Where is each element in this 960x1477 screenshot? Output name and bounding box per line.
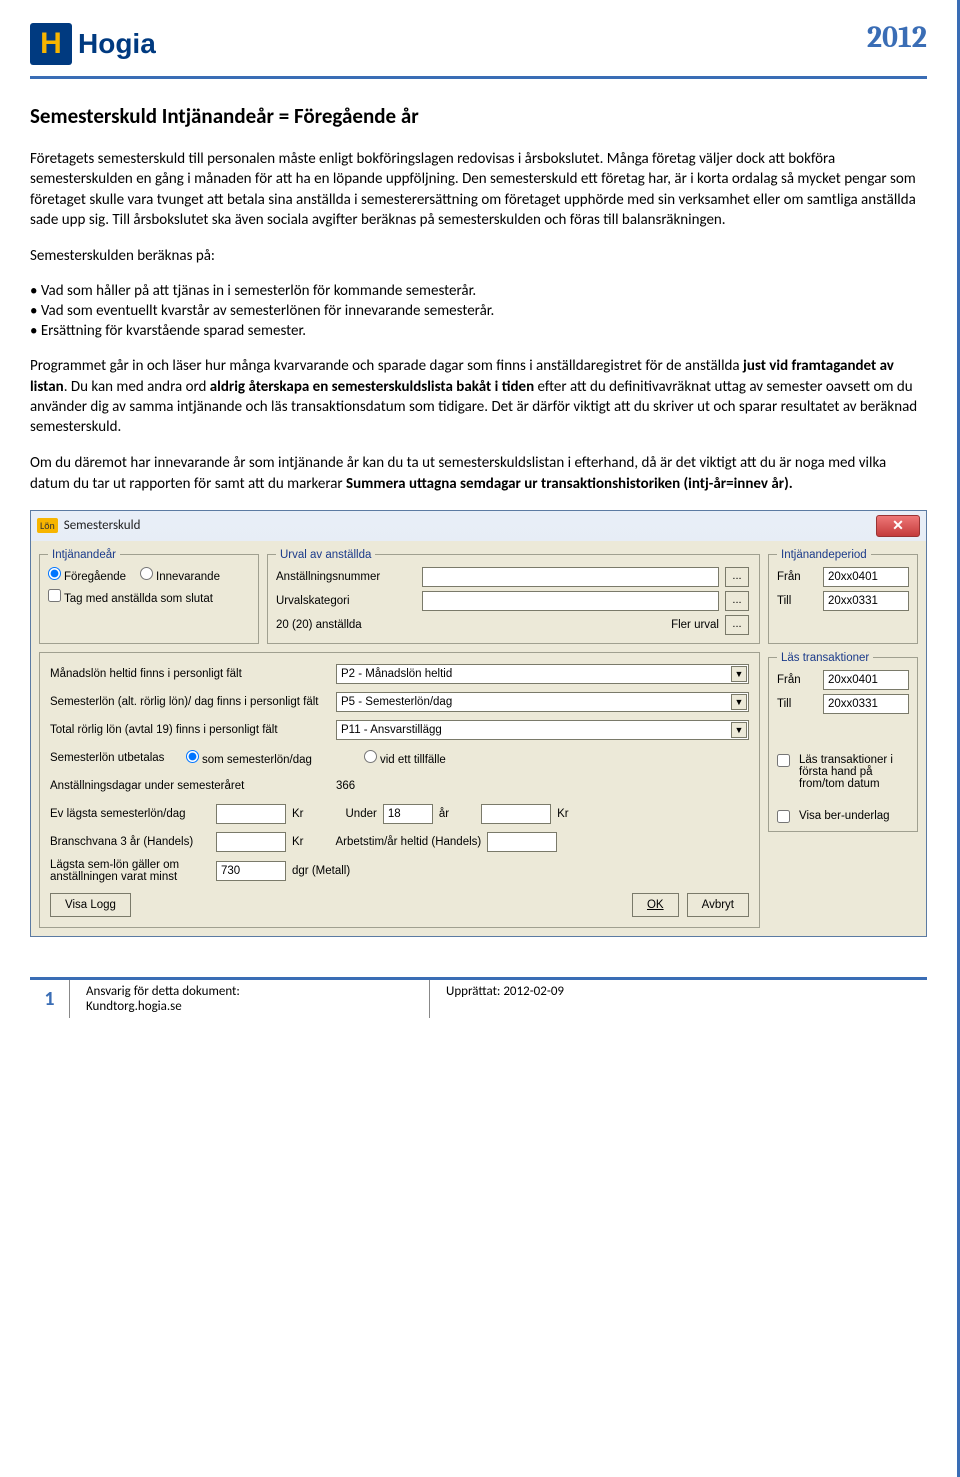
label-branschvana: Branschvana 3 år (Handels) — [50, 836, 210, 848]
page-number: 1 — [30, 980, 70, 1018]
input-las-from[interactable] — [823, 670, 909, 690]
label-arbetstim: Arbetstim/år heltid (Handels) — [336, 836, 482, 848]
combo-semlon[interactable]: P5 - Semesterlön/dag ▼ — [336, 692, 749, 712]
label-anstdagar: Anställningsdagar under semesteråret — [50, 780, 330, 792]
legend-intjperiod: Intjänandeperiod — [777, 549, 871, 561]
label-utbetalas: Semesterlön utbetalas — [50, 752, 180, 764]
logo: H Hogia — [30, 20, 200, 68]
unit-dgr: dgr (Metall) — [292, 865, 350, 877]
footer-date: Upprättat: 2012-02-09 — [430, 980, 580, 1018]
input-arbetstim[interactable] — [487, 832, 557, 852]
label-las-from: Från — [777, 674, 817, 686]
bullet-2: • Vad som eventuellt kvarstår av semeste… — [30, 302, 927, 320]
unit-kr-2: Kr — [557, 808, 569, 820]
label-anstnr: Anställningsnummer — [276, 571, 416, 583]
input-period-till[interactable] — [823, 591, 909, 611]
calc-on-heading: Semesterskulden beräknas på: — [30, 246, 927, 266]
browse-fler-button[interactable]: ... — [725, 615, 749, 635]
paragraph-3: Programmet går in och läser hur många kv… — [30, 356, 927, 437]
legend-urval: Urval av anställda — [276, 549, 375, 561]
radio-innevarande[interactable]: Innevarande — [140, 567, 220, 583]
value-anstdagar: 366 — [336, 780, 355, 792]
fieldset-urval: Urval av anställda Anställningsnummer ..… — [267, 549, 760, 644]
input-lagsta-semlon[interactable] — [216, 804, 286, 824]
visa-logg-button[interactable]: Visa Logg — [50, 893, 131, 917]
radio-per-dag[interactable]: som semesterlön/dag — [186, 750, 312, 766]
label-lagsta-semlon: Ev lägsta semesterlön/dag — [50, 808, 210, 820]
label-urvalskat: Urvalskategori — [276, 595, 416, 607]
radio-ett-tillfalle[interactable]: vid ett tillfälle — [364, 750, 446, 766]
legend-las: Läs transaktioner — [777, 652, 873, 664]
browse-anstnr-button[interactable]: ... — [725, 567, 749, 587]
unit-ar: år — [439, 808, 449, 820]
input-branschvana[interactable] — [216, 832, 286, 852]
browse-urvalskat-button[interactable]: ... — [725, 591, 749, 611]
label-rorlig: Total rörlig lön (avtal 19) finns i pers… — [50, 724, 330, 736]
label-period-from: Från — [777, 571, 817, 583]
unit-kr-3: Kr — [292, 836, 304, 848]
label-lagsta-metall: Lägsta sem-lön gäller om anställningen v… — [50, 859, 210, 883]
logo-text: Hogia — [78, 28, 156, 60]
label-manadslon: Månadslön heltid finns i personligt fält — [50, 668, 330, 680]
dialog-window: Lön Semesterskuld ✕ Intjänandeår Föregåe… — [30, 510, 927, 937]
close-button[interactable]: ✕ — [876, 515, 920, 537]
combo-manadslon[interactable]: P2 - Månadslön heltid ▼ — [336, 664, 749, 684]
unit-kr-1: Kr — [292, 808, 304, 820]
bullet-3: • Ersättning för kvarstående sparad seme… — [30, 322, 927, 340]
logo-icon: H — [30, 23, 72, 65]
dialog-titlebar: Lön Semesterskuld ✕ — [31, 511, 926, 541]
input-period-from[interactable] — [823, 567, 909, 587]
intro-paragraph: Företagets semesterskuld till personalen… — [30, 149, 927, 230]
chevron-down-icon: ▼ — [731, 694, 747, 710]
radio-foregaende[interactable]: Föregående — [48, 567, 126, 583]
footer-responsible: Ansvarig för detta dokument: Kundtorg.ho… — [70, 980, 430, 1018]
page-title: Semesterskuld Intjänandeår = Föregående … — [30, 103, 927, 129]
combo-rorlig[interactable]: P11 - Ansvarstillägg ▼ — [336, 720, 749, 740]
label-semlon: Semesterlön (alt. rörlig lön)/ dag finns… — [50, 696, 330, 708]
lon-icon: Lön — [37, 518, 58, 533]
year: 2012 — [867, 20, 927, 55]
page-header: H Hogia 2012 — [30, 20, 927, 79]
fieldset-intjperiod: Intjänandeperiod Från Till — [768, 549, 918, 644]
fieldset-intjanandear: Intjänandeår Föregående Innevarande Tag … — [39, 549, 259, 644]
input-urvalskat[interactable] — [422, 591, 719, 611]
chevron-down-icon: ▼ — [731, 722, 747, 738]
checkbox-las-fromtom[interactable]: Läs transaktioner i första hand på from/… — [777, 754, 909, 790]
input-las-till[interactable] — [823, 694, 909, 714]
bullet-list: • Vad som håller på att tjänas in i seme… — [30, 282, 927, 340]
legend-intjanandear: Intjänandeår — [48, 549, 120, 561]
bullet-1: • Vad som håller på att tjänas in i seme… — [30, 282, 927, 300]
input-under-ar[interactable] — [383, 804, 433, 824]
label-under: Under — [346, 808, 377, 820]
close-icon: ✕ — [892, 517, 904, 534]
dialog-title-text: Semesterskuld — [64, 518, 141, 533]
ok-button[interactable]: OK — [632, 893, 679, 917]
label-fler: Fler urval — [422, 619, 719, 631]
checkbox-slutat[interactable]: Tag med anställda som slutat — [48, 589, 213, 605]
avbryt-button[interactable]: Avbryt — [687, 893, 749, 917]
label-count: 20 (20) anställda — [276, 619, 416, 631]
label-las-till: Till — [777, 698, 817, 710]
input-under-kr[interactable] — [481, 804, 551, 824]
main-settings-panel: Månadslön heltid finns i personligt fält… — [39, 652, 760, 928]
input-anstnr[interactable] — [422, 567, 719, 587]
chevron-down-icon: ▼ — [731, 666, 747, 682]
checkbox-visa-ber[interactable]: Visa ber-underlag — [777, 810, 909, 823]
fieldset-las-transaktioner: Läs transaktioner Från Till Läs transakt… — [768, 652, 918, 832]
paragraph-4: Om du däremot har innevarande år som int… — [30, 453, 927, 494]
input-dgr-metall[interactable] — [216, 861, 286, 881]
page-footer: 1 Ansvarig för detta dokument: Kundtorg.… — [30, 977, 927, 1018]
label-period-till: Till — [777, 595, 817, 607]
